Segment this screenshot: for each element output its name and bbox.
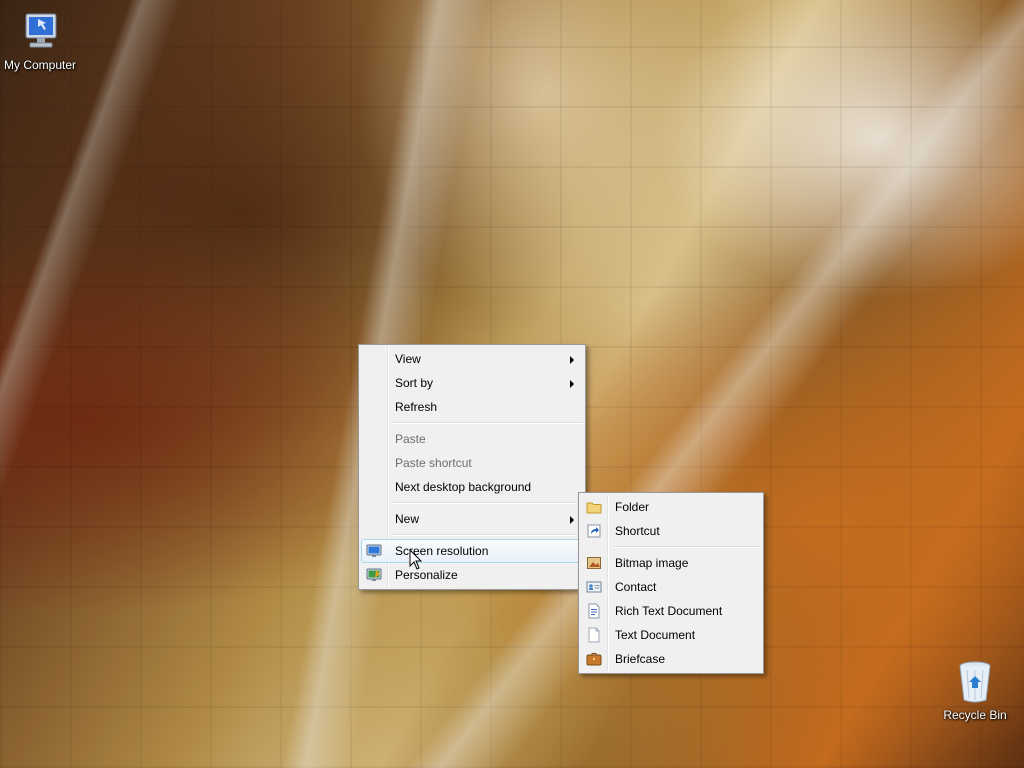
submenu-arrow-icon xyxy=(570,516,574,524)
desktop-icon-label: Recycle Bin xyxy=(943,708,1007,722)
menu-item-label: Refresh xyxy=(395,400,438,414)
menu-item-new-briefcase[interactable]: Briefcase xyxy=(581,647,761,671)
menu-item-label: New xyxy=(395,512,420,526)
menu-item-label: Rich Text Document xyxy=(615,604,723,618)
submenu-arrow-icon xyxy=(570,380,574,388)
menu-item-paste: Paste xyxy=(361,427,583,451)
menu-item-screen-resolution[interactable]: Screen resolution xyxy=(361,539,583,563)
menu-item-label: Personalize xyxy=(395,568,458,582)
menu-item-new-folder[interactable]: Folder xyxy=(581,495,761,519)
recycle-bin-icon xyxy=(959,661,991,703)
menu-item-label: Shortcut xyxy=(615,524,660,538)
menu-item-view[interactable]: View xyxy=(361,347,583,371)
menu-item-label: Next desktop background xyxy=(395,480,532,494)
shortcut-icon xyxy=(587,524,601,538)
menu-item-label: Briefcase xyxy=(615,652,666,666)
text-document-icon xyxy=(588,627,600,643)
menu-item-label: Sort by xyxy=(395,376,434,390)
menu-item-refresh[interactable]: Refresh xyxy=(361,395,583,419)
menu-item-label: Bitmap image xyxy=(615,556,689,570)
desktop-icon-recycle-bin[interactable]: Recycle Bin xyxy=(935,660,1015,722)
menu-separator xyxy=(392,422,583,424)
mouse-pointer-icon xyxy=(409,549,423,570)
desktop-icon-my-computer[interactable]: My Computer xyxy=(0,10,80,72)
computer-icon xyxy=(25,13,57,48)
bitmap-image-icon xyxy=(587,557,601,569)
menu-item-paste-shortcut: Paste shortcut xyxy=(361,451,583,475)
menu-item-new-text-document[interactable]: Text Document xyxy=(581,623,761,647)
menu-item-label: Folder xyxy=(615,500,650,514)
menu-item-new-shortcut[interactable]: Shortcut xyxy=(581,519,761,543)
display-settings-icon xyxy=(366,544,382,557)
submenu-arrow-icon xyxy=(570,356,574,364)
menu-separator xyxy=(612,546,761,548)
menu-item-label: Paste xyxy=(395,432,426,446)
desktop-icon-label: My Computer xyxy=(3,58,77,72)
menu-item-label: View xyxy=(395,352,421,366)
menu-item-new[interactable]: New xyxy=(361,507,583,531)
menu-separator xyxy=(392,502,583,504)
menu-item-new-contact[interactable]: Contact xyxy=(581,575,761,599)
briefcase-icon xyxy=(586,653,602,666)
folder-icon xyxy=(586,502,602,514)
menu-item-label: Contact xyxy=(615,580,657,594)
menu-item-new-rich-text-document[interactable]: Rich Text Document xyxy=(581,599,761,623)
menu-item-label: Text Document xyxy=(615,628,696,642)
rich-text-document-icon xyxy=(588,603,600,619)
new-submenu: Folder Shortcut Bitmap image Contact Ric… xyxy=(578,492,764,674)
menu-item-label: Paste shortcut xyxy=(395,456,472,470)
contact-icon xyxy=(586,581,602,593)
menu-item-next-desktop-background[interactable]: Next desktop background xyxy=(361,475,583,499)
menu-item-sort-by[interactable]: Sort by xyxy=(361,371,583,395)
personalize-icon xyxy=(366,568,382,581)
menu-separator xyxy=(392,534,583,536)
menu-item-personalize[interactable]: Personalize xyxy=(361,563,583,587)
menu-item-new-bitmap[interactable]: Bitmap image xyxy=(581,551,761,575)
desktop-context-menu: View Sort by Refresh Paste Paste shortcu… xyxy=(358,344,586,590)
